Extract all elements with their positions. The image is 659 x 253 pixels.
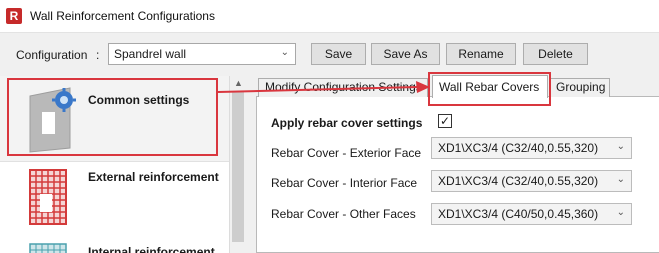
scroll-thumb[interactable] xyxy=(232,92,244,242)
title-bar: R Wall Reinforcement Configurations xyxy=(0,0,659,33)
configuration-select[interactable]: Spandrel wall ⌄ xyxy=(108,43,296,65)
exterior-face-label: Rebar Cover - Exterior Face xyxy=(271,146,422,160)
apply-rebar-cover-checkbox[interactable]: ✓ xyxy=(438,114,452,128)
delete-button[interactable]: Delete xyxy=(523,43,588,65)
chevron-down-icon: ⌄ xyxy=(280,47,289,58)
configuration-label: Configuration xyxy=(16,48,88,62)
annotation-arrow-icon xyxy=(218,81,430,93)
reinforcement-mesh-icon xyxy=(29,169,67,225)
other-faces-dropdown[interactable]: XD1\XC3/4 (C40/50,0.45,360) ⌄ xyxy=(431,203,632,225)
interior-face-dropdown[interactable]: XD1\XC3/4 (C32/40,0.55,320) ⌄ xyxy=(431,170,632,192)
exterior-face-value: XD1\XC3/4 (C32/40,0.55,320) xyxy=(438,141,599,155)
rename-button[interactable]: Rename xyxy=(446,43,516,65)
window-title: Wall Reinforcement Configurations xyxy=(30,9,215,23)
list-item-label: Internal reinforcement xyxy=(88,245,215,253)
revit-app-icon: R xyxy=(6,8,22,24)
configuration-colon: : xyxy=(96,48,100,62)
tab-grouping[interactable]: Grouping xyxy=(549,78,610,97)
interior-face-value: XD1\XC3/4 (C32/40,0.55,320) xyxy=(438,174,599,188)
highlight-common-settings xyxy=(7,78,218,156)
configuration-select-value: Spandrel wall xyxy=(114,47,187,61)
list-item-label: External reinforcement xyxy=(88,170,219,184)
save-as-button[interactable]: Save As xyxy=(371,43,440,65)
chevron-down-icon: ⌄ xyxy=(616,207,625,218)
other-faces-label: Rebar Cover - Other Faces xyxy=(271,207,416,221)
list-item-internal-reinforcement[interactable]: Internal reinforcement xyxy=(0,236,229,253)
apply-rebar-cover-label: Apply rebar cover settings xyxy=(271,116,423,130)
highlight-wall-rebar-covers-tab xyxy=(428,72,551,106)
interior-face-label: Rebar Cover - Interior Face xyxy=(271,176,418,190)
save-button[interactable]: Save xyxy=(311,43,366,65)
chevron-down-icon: ⌄ xyxy=(616,141,625,152)
chevron-down-icon: ⌄ xyxy=(616,174,625,185)
sidebar-scrollbar[interactable]: ▲ xyxy=(229,76,246,253)
internal-mesh-icon xyxy=(29,243,67,253)
exterior-face-dropdown[interactable]: XD1\XC3/4 (C32/40,0.55,320) ⌄ xyxy=(431,137,632,159)
other-faces-value: XD1\XC3/4 (C40/50,0.45,360) xyxy=(438,207,599,221)
list-item-external-reinforcement[interactable]: External reinforcement xyxy=(0,162,229,234)
